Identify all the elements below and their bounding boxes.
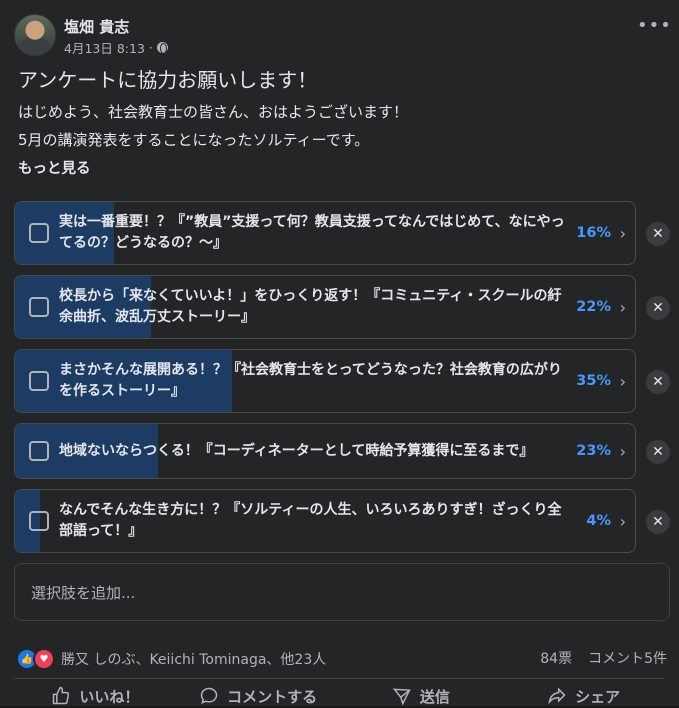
comment-label: コメントする <box>227 687 318 706</box>
avatar[interactable] <box>14 14 56 56</box>
poll-option-percent[interactable]: 35% <box>576 350 611 412</box>
send-button[interactable]: 送信 <box>340 684 503 708</box>
remove-option-button[interactable]: ✕ <box>646 296 670 320</box>
like-label: いいね！ <box>79 687 140 706</box>
send-icon <box>392 688 411 706</box>
close-icon: ✕ <box>652 514 664 530</box>
author-name[interactable]: 塩畑 貴志 <box>64 16 129 37</box>
checkbox[interactable] <box>29 371 49 391</box>
reaction-names[interactable]: 勝又 しのぶ、Keiichi Tominaga、他23人 <box>61 649 326 669</box>
checkbox[interactable] <box>29 297 49 317</box>
poll-option-percent[interactable]: 16% <box>576 202 611 264</box>
more-dots-icon[interactable]: ••• <box>637 17 671 40</box>
thumbs-up-icon <box>53 686 70 705</box>
poll-option[interactable]: 校長から「来なくていいよ！」をひっくり返す！『コミュニティ・スクールの紆余曲折、… <box>14 275 636 339</box>
close-icon: ✕ <box>652 226 664 242</box>
chevron-right-icon[interactable]: › <box>620 424 626 478</box>
post-timestamp[interactable]: 4月13日 8:13 <box>64 38 145 57</box>
vote-count[interactable]: 84票 <box>540 648 572 668</box>
remove-option-button[interactable]: ✕ <box>646 222 670 246</box>
globe-icon <box>156 42 168 54</box>
close-icon: ✕ <box>652 374 664 390</box>
chevron-right-icon[interactable]: › <box>620 490 626 552</box>
share-button[interactable]: シェア <box>502 684 665 708</box>
heart-icon: ♥ <box>33 648 55 670</box>
poll-option-text: なんでそんな生き方に！？『ソルティーの人生、いろいろありすぎ！ざっくり全部語って… <box>59 502 562 539</box>
poll-option-text: 地域ないならつくる！『コーディネーターとして時給予算獲得に至るまで』 <box>59 442 534 459</box>
add-option-input[interactable]: 選択肢を追加... <box>14 563 670 621</box>
poll-option[interactable]: 実は一番重要！？『”教員”支援って何？教員支援ってなんではじめて、なにやってるの… <box>14 201 636 265</box>
see-more-link[interactable]: もっと見る <box>18 157 91 178</box>
post-body-line: はじめよう、社会教育士の皆さん、おはようございます！ <box>18 103 409 121</box>
post-body-line: 5月の講演発表をすることになったソルティーです。 <box>18 131 370 149</box>
poll-option[interactable]: 地域ないならつくる！『コーディネーターとして時給予算獲得に至るまで』 23% › <box>14 423 636 479</box>
poll-option-percent[interactable]: 23% <box>576 424 611 478</box>
remove-option-button[interactable]: ✕ <box>646 440 670 464</box>
post-title: アンケートに協力お願いします！ <box>18 68 318 92</box>
comment-button[interactable]: コメントする <box>177 684 340 708</box>
poll-option-text: 実は一番重要！？『”教員”支援って何？教員支援ってなんではじめて、なにやってるの… <box>59 214 565 251</box>
poll-option-text: 校長から「来なくていいよ！」をひっくり返す！『コミュニティ・スクールの紆余曲折、… <box>59 288 562 325</box>
send-label: 送信 <box>419 687 450 706</box>
remove-option-button[interactable]: ✕ <box>646 510 670 534</box>
checkbox[interactable] <box>29 441 49 461</box>
checkbox[interactable] <box>29 223 49 243</box>
checkbox[interactable] <box>29 511 49 531</box>
post-meta: 4月13日 8:13 · <box>64 38 168 57</box>
share-label: シェア <box>575 687 621 706</box>
comment-icon <box>200 687 218 704</box>
engagement-counts: 84票 コメント5件 <box>540 648 667 668</box>
post-card: 塩畑 貴志 4月13日 8:13 · ••• アンケートに協力お願いします！ は… <box>0 0 679 706</box>
action-bar: いいね！ コメントする 送信 シェア <box>14 684 665 708</box>
poll-option[interactable]: なんでそんな生き方に！？『ソルティーの人生、いろいろありすぎ！ざっくり全部語って… <box>14 489 636 553</box>
close-icon: ✕ <box>652 444 664 460</box>
comment-count[interactable]: コメント5件 <box>588 648 667 668</box>
poll-option-percent[interactable]: 4% <box>586 490 611 552</box>
share-icon <box>548 687 566 705</box>
remove-option-button[interactable]: ✕ <box>646 370 670 394</box>
chevron-right-icon[interactable]: › <box>620 350 626 412</box>
reactions-summary[interactable]: 👍 ♥ 勝又 しのぶ、Keiichi Tominaga、他23人 <box>16 648 326 670</box>
like-button[interactable]: いいね！ <box>14 684 177 708</box>
poll-option-percent[interactable]: 22% <box>576 276 611 338</box>
poll-option-text: まさかそんな展開ある！？『社会教育士をとってどうなった？社会教育の広がりを作るス… <box>59 362 562 399</box>
close-icon: ✕ <box>652 300 664 316</box>
chevron-right-icon[interactable]: › <box>620 202 626 264</box>
chevron-right-icon[interactable]: › <box>620 276 626 338</box>
divider <box>14 678 665 679</box>
poll-option[interactable]: まさかそんな展開ある！？『社会教育士をとってどうなった？社会教育の広がりを作るス… <box>14 349 636 413</box>
post-header: 塩畑 貴志 4月13日 8:13 · ••• <box>14 14 671 58</box>
